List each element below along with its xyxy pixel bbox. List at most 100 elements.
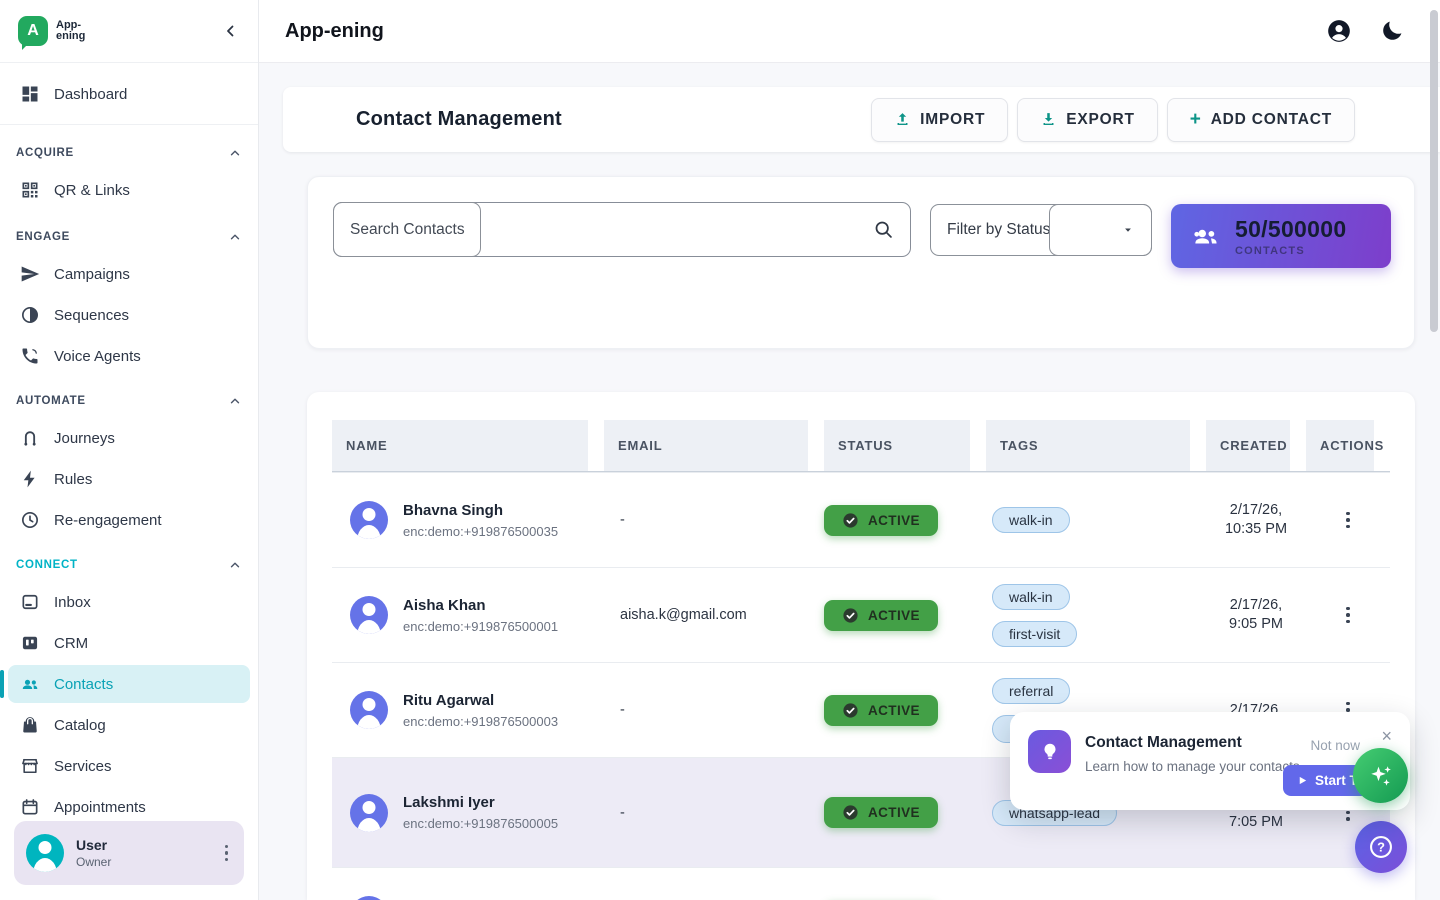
- sidebar-item-label: QR & Links: [54, 182, 130, 199]
- contact-email: -: [604, 805, 824, 821]
- user-card[interactable]: User Owner: [14, 821, 244, 885]
- popup-title: Contact Management: [1085, 734, 1242, 752]
- help-fab[interactable]: ?: [1355, 821, 1407, 873]
- status-badge: ACTIVE: [824, 797, 938, 828]
- lightbulb-badge: [1028, 730, 1071, 773]
- sidebar-item-label: Dashboard: [54, 86, 127, 103]
- column-header-status[interactable]: STATUS: [824, 420, 986, 471]
- send-icon: [20, 264, 40, 284]
- status-filter-select[interactable]: Filter by Status: [930, 204, 1152, 256]
- status-badge: ACTIVE: [824, 505, 938, 536]
- row-avatar: [350, 691, 388, 729]
- plus-icon: +: [1190, 110, 1202, 129]
- user-menu-button[interactable]: [221, 841, 233, 866]
- sidebar-item-services[interactable]: Services: [8, 747, 250, 785]
- table-row[interactable]: Bhavna Singh enc:demo:+919876500035 - AC…: [332, 472, 1390, 567]
- lightbulb-icon: [1039, 741, 1061, 763]
- theme-toggle-button[interactable]: [1380, 19, 1404, 43]
- clock-icon: [20, 510, 40, 530]
- row-actions-button[interactable]: [1342, 508, 1354, 533]
- play-icon: [1297, 775, 1308, 786]
- import-button[interactable]: IMPORT: [871, 98, 1008, 142]
- sidebar-item-contacts[interactable]: Contacts: [8, 665, 250, 703]
- search-icon[interactable]: [873, 219, 894, 240]
- sidebar-item-label: Catalog: [54, 717, 106, 734]
- contact-toolbar: Contact Management IMPORT EXPORT + ADD C…: [283, 87, 1440, 152]
- close-icon: ×: [1381, 726, 1392, 746]
- column-header-created[interactable]: CREATED: [1206, 420, 1306, 471]
- column-header-name[interactable]: NAME: [332, 420, 604, 471]
- row-avatar: [350, 794, 388, 832]
- sidebar-section-acquire[interactable]: ACQUIRE: [0, 141, 258, 165]
- sidebar-item-label: Appointments: [54, 799, 146, 816]
- sidebar-item-catalog[interactable]: Catalog: [8, 706, 250, 744]
- account-button[interactable]: [1326, 18, 1352, 44]
- sidebar-section-connect[interactable]: CONNECT: [0, 553, 258, 577]
- people-icon: [20, 674, 40, 694]
- download-icon: [1040, 111, 1057, 128]
- popup-close-button[interactable]: ×: [1377, 722, 1396, 751]
- row-avatar: [350, 501, 388, 539]
- ai-assistant-fab[interactable]: [1353, 748, 1408, 803]
- sidebar-item-campaigns[interactable]: Campaigns: [8, 255, 250, 293]
- caret-down-icon: [1121, 223, 1135, 237]
- contacts-count-badge[interactable]: 50/500000 CONTACTS: [1171, 204, 1391, 268]
- add-contact-button[interactable]: + ADD CONTACT: [1167, 98, 1355, 142]
- sidebar-collapse-button[interactable]: [222, 22, 240, 40]
- check-icon: [842, 512, 859, 529]
- scrollbar-thumb[interactable]: [1430, 10, 1438, 332]
- table-row[interactable]: Aisha Khan enc:demo:+919876500001 aisha.…: [332, 567, 1390, 662]
- inbox-icon: [20, 592, 40, 612]
- check-icon: [842, 804, 859, 821]
- search-field[interactable]: [333, 202, 911, 257]
- qr-icon: [20, 180, 40, 200]
- sidebar-item-qr-links[interactable]: QR & Links: [8, 171, 250, 209]
- table-row[interactable]: Jyoti Rawat ACTIVE campaign-lead 2/17/26…: [332, 867, 1390, 900]
- row-actions-button[interactable]: [1342, 603, 1354, 628]
- app-logo[interactable]: A App- ening: [18, 16, 85, 46]
- sidebar-item-voice-agents[interactable]: Voice Agents: [8, 337, 250, 375]
- export-button[interactable]: EXPORT: [1017, 98, 1158, 142]
- contact-name: Bhavna Singh: [403, 502, 558, 519]
- section-title: CONNECT: [16, 559, 78, 571]
- calendar-icon: [20, 797, 40, 817]
- column-header-tags[interactable]: TAGS: [986, 420, 1206, 471]
- sidebar-divider: [0, 124, 258, 125]
- sidebar-item-re-engagement[interactable]: Re-engagement: [8, 501, 250, 539]
- created-cell: 2/17/26, 10:35 PM: [1206, 501, 1306, 539]
- sidebar-section-engage[interactable]: ENGAGE: [0, 225, 258, 249]
- column-header-actions: ACTIONS: [1306, 420, 1390, 471]
- sidebar-item-crm[interactable]: CRM: [8, 624, 250, 662]
- contacts-table: NAME EMAIL STATUS TAGS CREATED ACTIONS B…: [307, 392, 1415, 900]
- column-header-email[interactable]: EMAIL: [604, 420, 824, 471]
- sidebar-item-label: Campaigns: [54, 266, 130, 283]
- sidebar-item-journeys[interactable]: Journeys: [8, 419, 250, 457]
- contacts-count: 50/500000: [1235, 216, 1346, 243]
- created-date: 2/17/26,: [1206, 501, 1306, 520]
- search-input[interactable]: [350, 221, 873, 239]
- sidebar-item-dashboard[interactable]: Dashboard: [8, 75, 250, 113]
- tag-chip: walk-in: [992, 507, 1070, 533]
- upload-icon: [894, 111, 911, 128]
- dashboard-icon: [20, 84, 40, 104]
- route-icon: [20, 428, 40, 448]
- question-icon: ?: [1367, 833, 1395, 861]
- contact-name: Aisha Khan: [403, 597, 558, 614]
- shopping-bag-icon: [20, 715, 40, 735]
- sidebar-item-rules[interactable]: Rules: [8, 460, 250, 498]
- sidebar-logo-row: A App- ening: [0, 0, 258, 63]
- contact-phone: enc:demo:+919876500035: [403, 524, 558, 539]
- not-now-button[interactable]: Not now: [1310, 738, 1360, 753]
- sidebar-item-inbox[interactable]: Inbox: [8, 583, 250, 621]
- created-date: 2/17/26,: [1206, 596, 1306, 615]
- sidebar-item-sequences[interactable]: Sequences: [8, 296, 250, 334]
- tag-chip: referral: [992, 678, 1070, 704]
- status-badge: ACTIVE: [824, 600, 938, 631]
- sidebar-item-label: CRM: [54, 635, 88, 652]
- contact-name: Ritu Agarwal: [403, 692, 558, 709]
- onboarding-popup: Contact Management Learn how to manage y…: [1010, 712, 1410, 810]
- sidebar-section-automate[interactable]: AUTOMATE: [0, 389, 258, 413]
- svg-text:?: ?: [1377, 839, 1385, 854]
- sidebar-item-label: Sequences: [54, 307, 129, 324]
- contact-phone: enc:demo:+919876500005: [403, 816, 558, 831]
